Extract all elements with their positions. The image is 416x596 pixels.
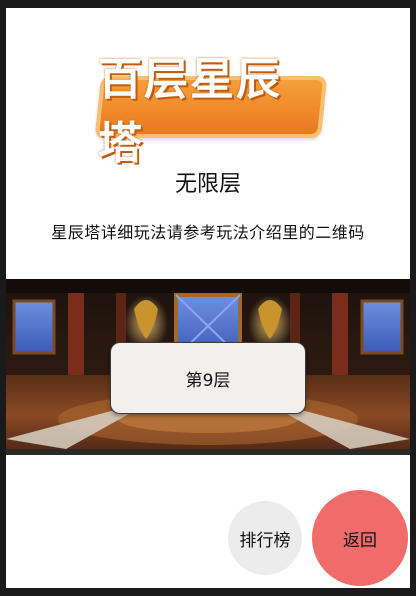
- mode-title: 无限层: [174, 172, 241, 197]
- dialog-panel: 百层星辰塔 无限层 星辰塔详细玩法请参考玩法介绍里的二维码 第9层 排行榜 返回: [6, 8, 410, 588]
- back-label: 返回: [343, 530, 377, 551]
- logo-text: 百层星辰塔: [98, 54, 282, 169]
- leaderboard-button[interactable]: 排行榜: [228, 501, 302, 575]
- description-text: 星辰塔详细玩法请参考玩法介绍里的二维码: [51, 223, 365, 242]
- current-floor-button[interactable]: 第9层: [110, 342, 306, 414]
- current-floor-label: 第9层: [185, 370, 231, 391]
- leaderboard-label: 排行榜: [239, 530, 291, 551]
- logo: 百层星辰塔: [94, 54, 328, 169]
- back-button[interactable]: 返回: [312, 490, 408, 586]
